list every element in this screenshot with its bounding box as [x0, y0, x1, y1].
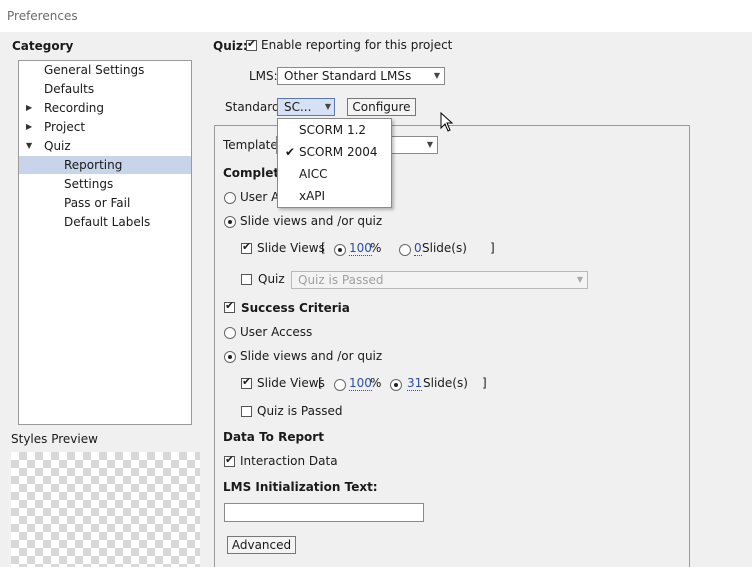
styles-preview-canvas	[11, 452, 200, 567]
success-slides-radio[interactable]	[390, 379, 402, 391]
tree-item-general-settings[interactable]: General Settings	[19, 61, 191, 79]
data-to-report-heading: Data To Report	[223, 430, 324, 444]
standard-option-scorm-1-2[interactable]: SCORM 1.2	[278, 119, 391, 141]
standard-dropdown-list: SCORM 1.2 ✔ SCORM 2004 AICC xAPI	[277, 118, 392, 208]
interaction-data-label: Interaction Data	[240, 454, 338, 468]
completion-quiz-select-value: Quiz is Passed	[298, 273, 384, 287]
tree-item-label: Reporting	[64, 158, 123, 172]
expand-arrow-icon[interactable]: ▶	[26, 118, 32, 136]
category-tree[interactable]: General Settings Defaults ▶ Recording ▶ …	[18, 60, 192, 425]
success-user-access-label: User Access	[240, 325, 313, 339]
chevron-down-icon: ▼	[324, 102, 331, 111]
lms-select[interactable]: Other Standard LMSs ▼	[277, 67, 445, 85]
success-slide-views-checkbox[interactable]	[241, 375, 252, 389]
success-percent-radio[interactable]	[334, 379, 346, 391]
tree-item-label: Settings	[64, 177, 114, 191]
success-quiz-passed-label: Quiz is Passed	[257, 404, 343, 418]
tree-item-quiz[interactable]: ▼ Quiz	[19, 137, 191, 155]
bracket-open: [	[318, 376, 323, 390]
chevron-down-icon: ▼	[433, 71, 440, 80]
lms-label: LMS:	[249, 69, 278, 83]
success-slides-value[interactable]: 31	[407, 376, 423, 391]
completion-quiz-select[interactable]: Quiz is Passed ▼	[291, 271, 588, 289]
template-label: Template:	[223, 138, 282, 152]
bracket-open: [	[321, 241, 326, 255]
completion-user-access-radio[interactable]	[224, 192, 236, 204]
bracket-close: ]	[482, 376, 487, 390]
option-label: xAPI	[299, 189, 326, 203]
percent-unit: %	[370, 241, 382, 255]
advanced-button[interactable]: Advanced	[227, 536, 296, 554]
success-slide-views-or-quiz-label: Slide views and /or quiz	[240, 349, 383, 363]
tree-item-label: General Settings	[44, 63, 145, 77]
tree-item-label: Pass or Fail	[64, 196, 131, 210]
completion-quiz-label: Quiz	[258, 272, 285, 286]
success-user-access-radio[interactable]	[224, 327, 236, 339]
success-percent-value[interactable]: 100	[349, 376, 372, 391]
completion-slide-views-checkbox[interactable]	[241, 240, 252, 254]
enable-reporting-checkbox[interactable]	[246, 37, 257, 51]
option-label: SCORM 2004	[299, 145, 378, 159]
quiz-label: Quiz:	[213, 39, 248, 53]
tree-item-label: Quiz	[44, 139, 71, 153]
title-bar: Preferences	[0, 0, 752, 33]
tree-item-defaults[interactable]: Defaults	[19, 80, 191, 98]
standard-option-xapi[interactable]: xAPI	[278, 185, 391, 207]
percent-unit: %	[370, 376, 382, 390]
bracket-close: ]	[490, 241, 495, 255]
expand-arrow-icon[interactable]: ▶	[26, 99, 32, 117]
completion-percent-value[interactable]: 100	[349, 241, 372, 256]
tree-item-pass-or-fail[interactable]: Pass or Fail	[19, 194, 191, 212]
success-criteria-checkbox[interactable]	[224, 299, 235, 313]
tree-item-label: Default Labels	[64, 215, 151, 229]
success-slide-views-radio[interactable]	[224, 351, 236, 363]
configure-button[interactable]: Configure	[347, 98, 416, 116]
success-criteria-heading: Success Criteria	[241, 301, 350, 315]
slides-unit: Slide(s)	[422, 241, 467, 255]
completion-quiz-checkbox[interactable]	[241, 274, 252, 285]
option-label: SCORM 1.2	[299, 123, 367, 137]
interaction-data-checkbox[interactable]	[224, 453, 235, 467]
tree-item-label: Project	[44, 120, 86, 134]
standard-option-scorm-2004[interactable]: ✔ SCORM 2004	[278, 141, 391, 163]
completion-percent-radio[interactable]	[334, 244, 346, 256]
check-icon: ✔	[285, 145, 296, 159]
chevron-down-icon: ▼	[576, 275, 583, 284]
tree-item-reporting[interactable]: Reporting	[19, 156, 191, 174]
standard-label: Standard:	[225, 100, 284, 114]
option-label: AICC	[299, 167, 328, 181]
completion-slide-views-label: Slide Views	[257, 241, 325, 255]
completion-slides-value[interactable]: 0	[414, 241, 422, 256]
lms-select-value: Other Standard LMSs	[284, 69, 412, 83]
standard-option-aicc[interactable]: AICC	[278, 163, 391, 185]
pointer-icon	[440, 111, 454, 135]
chevron-down-icon: ▼	[426, 140, 433, 149]
success-quiz-passed-checkbox[interactable]	[241, 406, 252, 417]
success-slide-views-label: Slide Views	[257, 376, 325, 390]
category-heading: Category	[12, 39, 74, 53]
standard-select[interactable]: SC... ▼	[277, 98, 335, 116]
slides-unit: Slide(s)	[423, 376, 468, 390]
completion-slide-views-or-quiz-label: Slide views and /or quiz	[240, 214, 383, 228]
tree-item-default-labels[interactable]: Default Labels	[19, 213, 191, 231]
lms-init-text-input[interactable]	[224, 503, 424, 522]
tree-item-project[interactable]: ▶ Project	[19, 118, 191, 136]
enable-reporting-label: Enable reporting for this project	[261, 38, 453, 52]
window-title: Preferences	[7, 9, 78, 23]
tree-item-recording[interactable]: ▶ Recording	[19, 99, 191, 117]
tree-item-label: Defaults	[44, 82, 95, 96]
styles-preview-label: Styles Preview	[11, 432, 98, 446]
lms-init-text-label: LMS Initialization Text:	[223, 480, 378, 494]
standard-select-value: SC...	[284, 100, 312, 114]
collapse-arrow-icon[interactable]: ▼	[26, 137, 32, 155]
tree-item-settings[interactable]: Settings	[19, 175, 191, 193]
completion-slides-radio[interactable]	[399, 244, 411, 256]
tree-item-label: Recording	[44, 101, 105, 115]
completion-slide-views-radio[interactable]	[224, 216, 236, 228]
